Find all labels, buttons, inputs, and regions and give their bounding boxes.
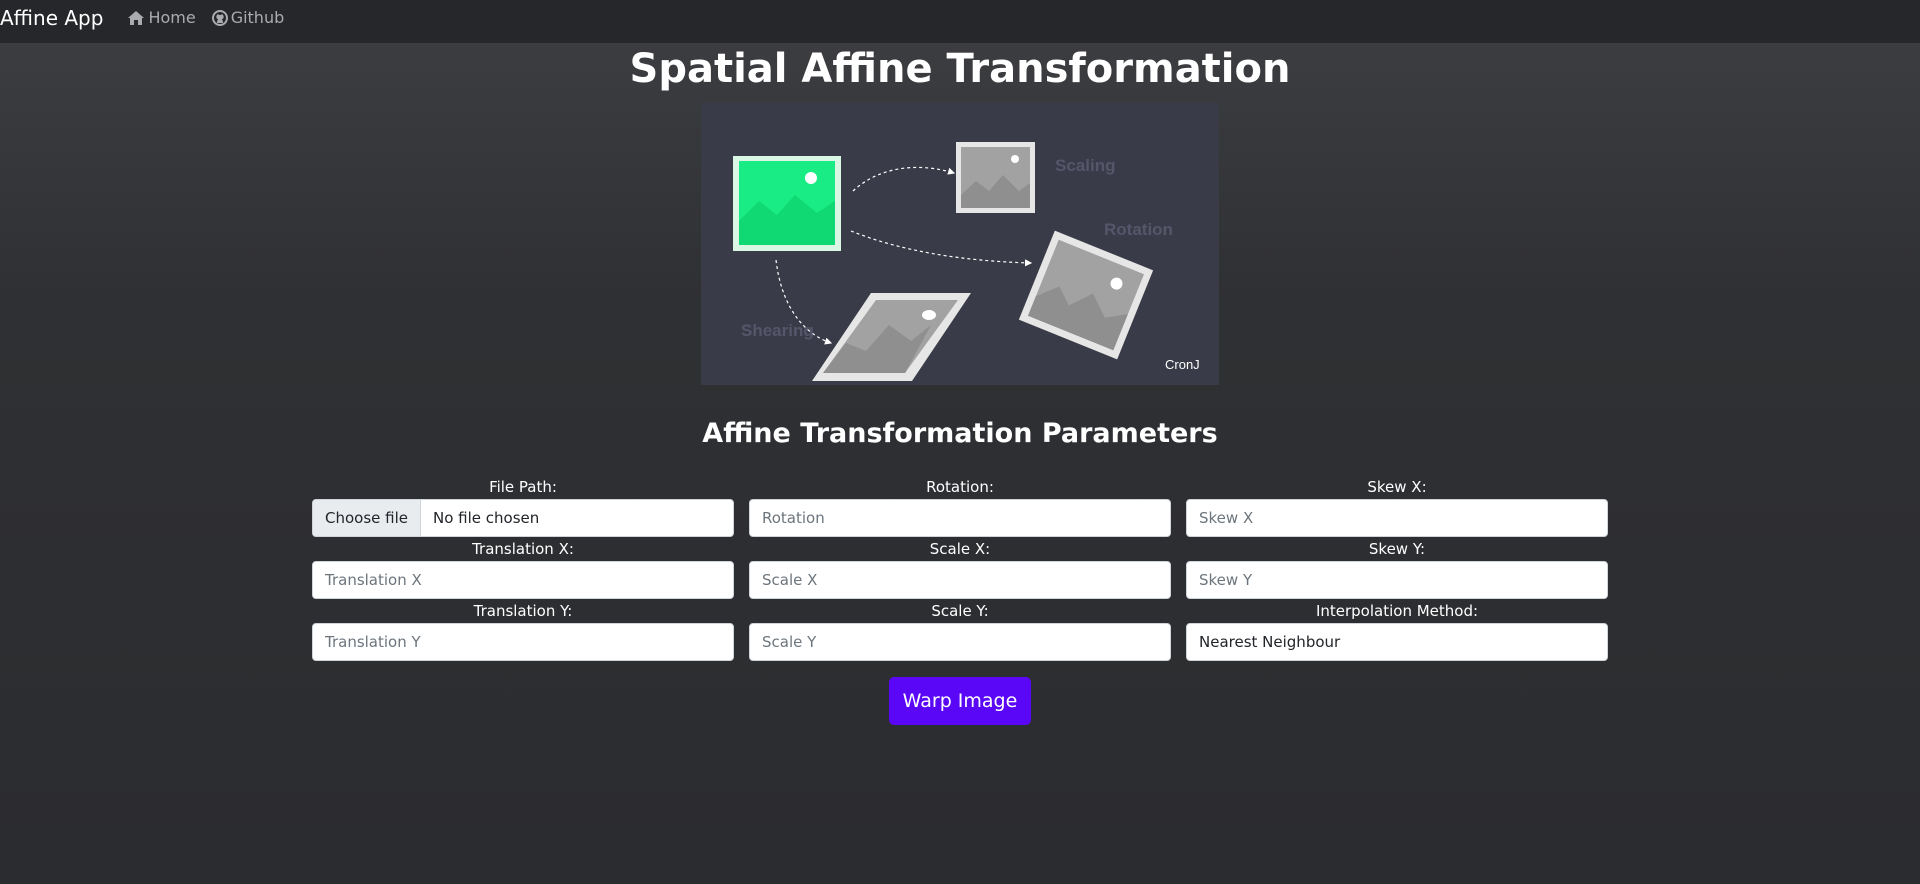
interpolation-field: Interpolation Method: Nearest Neighbour — [1186, 599, 1608, 661]
skew-x-field: Skew X: — [1186, 475, 1608, 537]
nav-link-github[interactable]: Github — [211, 8, 285, 27]
brand-logo[interactable]: Affine App — [0, 6, 103, 30]
shearing-label: Shearing — [741, 321, 814, 340]
skew-y-field: Skew Y: — [1186, 537, 1608, 599]
navbar: Affine App Home Github — [0, 0, 1920, 43]
translation-y-input[interactable] — [312, 623, 734, 661]
warp-image-button[interactable]: Warp Image — [889, 677, 1031, 725]
nav-link-home[interactable]: Home — [127, 8, 196, 27]
credit-label: CronJ — [1165, 357, 1200, 372]
scale-x-label: Scale X: — [929, 540, 991, 558]
scaling-label: Scaling — [1055, 156, 1115, 175]
file-path-label: File Path: — [489, 478, 557, 496]
scaling-arrow — [852, 166, 956, 192]
translation-x-field: Translation X: — [312, 537, 734, 599]
translation-y-field: Translation Y: — [312, 599, 734, 661]
nav-link-github-label: Github — [230, 8, 285, 27]
scale-y-field: Scale Y: — [749, 599, 1171, 661]
hero-image: Scaling Rotation Shearing CronJ — [701, 103, 1219, 385]
translation-x-label: Translation X: — [472, 540, 574, 558]
original-image-icon — [733, 156, 841, 251]
nav-link-home-label: Home — [148, 8, 196, 27]
rotation-field: Rotation: — [749, 475, 1171, 537]
choose-file-button[interactable]: Choose file — [313, 500, 421, 536]
scale-x-input[interactable] — [749, 561, 1171, 599]
affine-illustration: Scaling Rotation Shearing CronJ — [733, 142, 1200, 381]
file-path-field: File Path: Choose file No file chosen — [312, 475, 734, 537]
interpolation-select[interactable]: Nearest Neighbour — [1186, 623, 1608, 661]
file-input[interactable]: Choose file No file chosen — [312, 499, 734, 537]
file-status-text: No file chosen — [433, 509, 540, 527]
rotation-label: Rotation — [1104, 220, 1173, 239]
github-icon — [211, 9, 228, 26]
interpolation-label: Interpolation Method: — [1315, 602, 1479, 620]
page-title: Spatial Affine Transformation — [629, 46, 1291, 92]
rotated-image-icon — [1018, 230, 1154, 360]
translation-y-label: Translation Y: — [473, 602, 573, 620]
home-icon — [128, 10, 145, 25]
skew-y-label: Skew Y: — [1368, 540, 1426, 558]
scale-y-label: Scale Y: — [931, 602, 989, 620]
section-title: Affine Transformation Parameters — [702, 418, 1218, 449]
skew-x-label: Skew X: — [1367, 478, 1427, 496]
scale-x-field: Scale X: — [749, 537, 1171, 599]
scale-y-input[interactable] — [749, 623, 1171, 661]
rotation-label: Rotation: — [926, 478, 994, 496]
rotation-input[interactable] — [749, 499, 1171, 537]
skew-x-input[interactable] — [1186, 499, 1608, 537]
rotation-arrow — [850, 230, 1033, 267]
skew-y-input[interactable] — [1186, 561, 1608, 599]
translation-x-input[interactable] — [312, 561, 734, 599]
parameters-form: File Path: Choose file No file chosen Ro… — [312, 475, 1608, 661]
scaled-image-icon — [956, 142, 1035, 213]
sheared-image-icon — [812, 293, 971, 381]
